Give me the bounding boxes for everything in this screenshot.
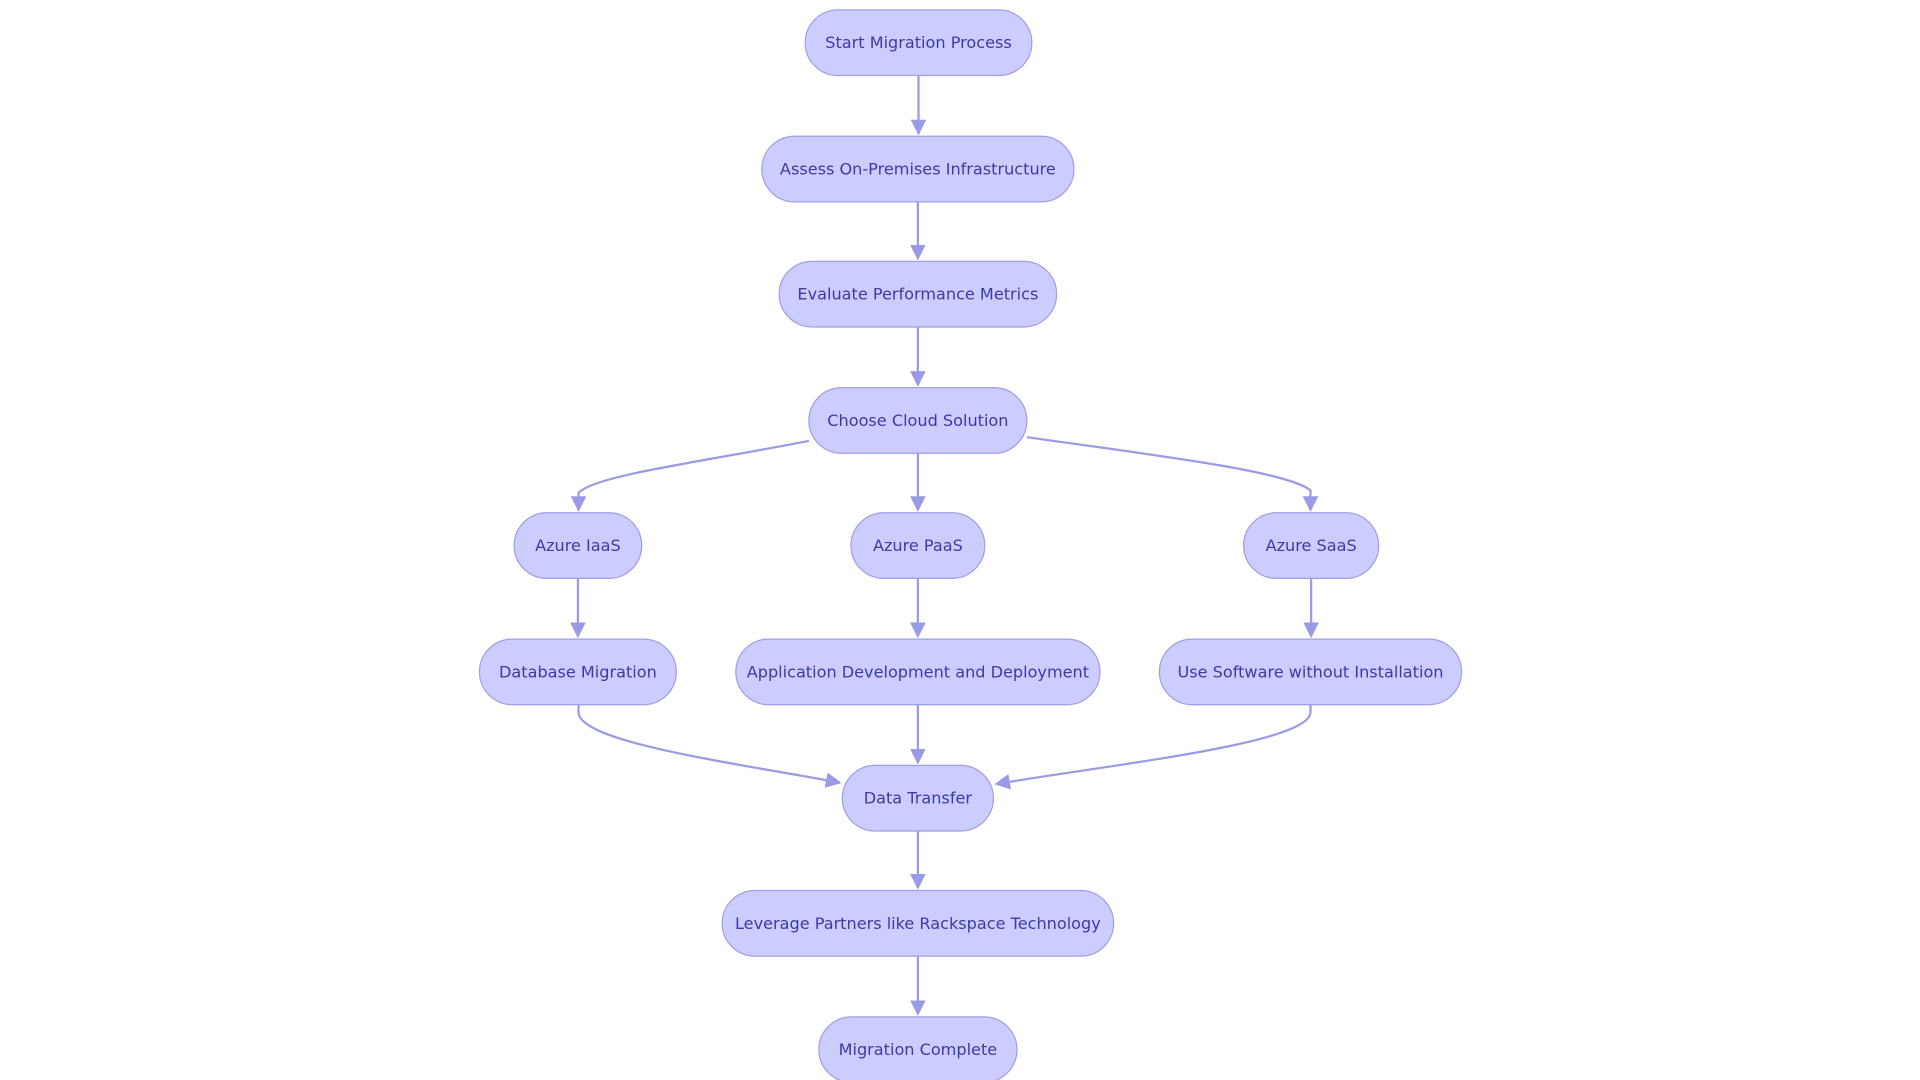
node-app: Application Development and Deployment: [735, 638, 1101, 706]
flowchart-canvas: Start Migration Process Assess On-Premise…: [478, 9, 1463, 1080]
node-label: Database Migration: [499, 662, 657, 681]
node-paas: Azure PaaS: [850, 512, 986, 580]
node-choose: Choose Cloud Solution: [808, 387, 1028, 454]
node-saas: Azure SaaS: [1243, 512, 1380, 580]
node-evaluate: Evaluate Performance Metrics: [778, 260, 1058, 328]
node-leverage: Leverage Partners like Rackspace Technol…: [721, 889, 1115, 957]
edge-use-data: [994, 704, 1312, 790]
nodes-layer: Start Migration Process Assess On-Premise…: [478, 9, 1463, 1080]
node-label: Choose Cloud Solution: [827, 411, 1008, 430]
node-label: Evaluate Performance Metrics: [797, 285, 1038, 304]
node-label: Start Migration Process: [825, 33, 1011, 52]
edge-choose-iaas: [570, 439, 810, 512]
node-label: Azure SaaS: [1266, 536, 1357, 555]
node-label: Azure IaaS: [535, 536, 621, 555]
node-label: Leverage Partners like Rackspace Technol…: [735, 914, 1101, 933]
node-iaas: Azure IaaS: [513, 512, 643, 580]
node-label: Data Transfer: [864, 789, 973, 808]
node-complete: Migration Complete: [818, 1016, 1018, 1080]
node-label: Application Development and Deployment: [747, 662, 1089, 681]
node-data: Data Transfer: [841, 764, 995, 832]
edge-choose-saas: [1026, 436, 1319, 512]
edge-db-data: [577, 704, 842, 788]
node-label: Use Software without Installation: [1178, 662, 1444, 681]
node-label: Migration Complete: [839, 1040, 998, 1059]
node-label: Azure PaaS: [873, 536, 963, 555]
node-start: Start Migration Process: [804, 9, 1033, 77]
node-assess: Assess On-Premises Infrastructure: [761, 135, 1075, 203]
node-use: Use Software without Installation: [1158, 638, 1463, 706]
node-db: Database Migration: [478, 638, 677, 706]
node-label: Assess On-Premises Infrastructure: [780, 160, 1056, 179]
